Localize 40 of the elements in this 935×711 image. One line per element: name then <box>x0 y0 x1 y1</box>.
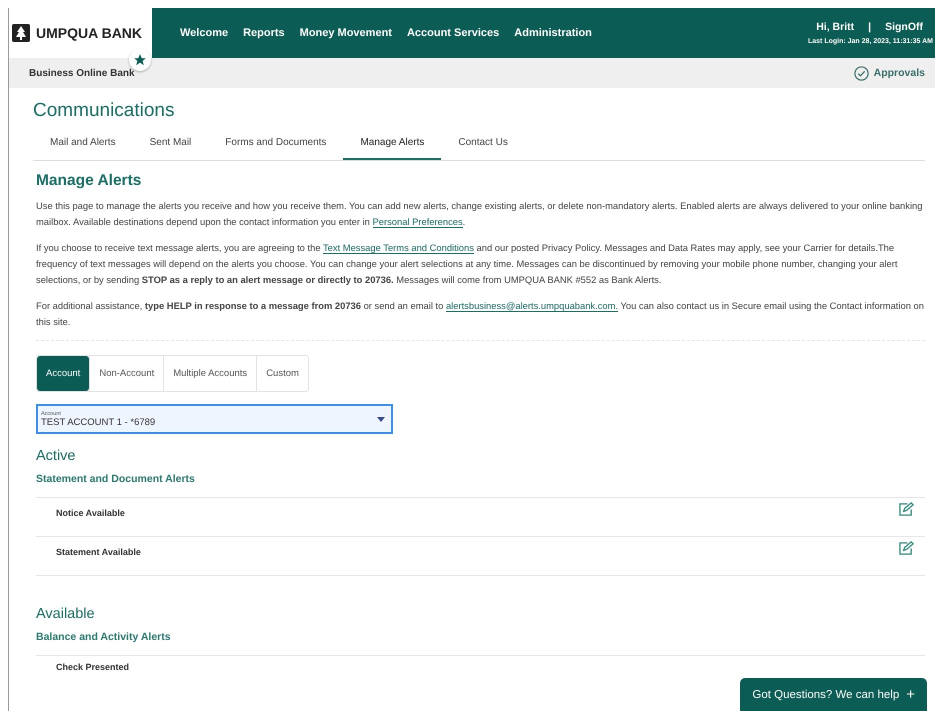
text-link[interactable]: Personal Preferences <box>372 216 463 228</box>
check-circle-icon <box>854 66 869 80</box>
alert-type-tab[interactable]: Account <box>37 356 90 391</box>
section-title: Manage Alerts <box>36 172 142 190</box>
edit-icon[interactable] <box>898 541 915 556</box>
paragraph-text: If you choose to receive text message alerts, you are agreeing to the Text Message Terms and Conditions and our posted Privacy Policy. Messages and Data Rates may apply, see your Carrier for details.The frequency of text messages will depend on the alerts you choose. You can change your alert selections at any time. Messages can be discontinued by removing your mobile phone number, changing your alert selections, or by sending STOP as a reply to an alert message or directly to 20736. Messages will come from UMPQUA BANK #552 as Bank Alerts. <box>36 241 898 287</box>
category-title: Balance and Activity Alerts <box>36 631 172 643</box>
edit-icon[interactable] <box>898 502 915 517</box>
alert-type-tab[interactable]: Custom <box>256 356 308 391</box>
alert-type-tab[interactable]: Multiple Accounts <box>163 356 256 391</box>
user-greeting: Hi, Britt <box>816 21 854 33</box>
nav-link[interactable]: Reports <box>243 27 285 39</box>
app-title: Business Online Bank <box>29 68 135 78</box>
paragraph-text: Use this page to manage the alerts you receive and how you receive them. You can add new alerts, change existing alerts, or delete non-mandatory alerts. Enabled alerts are always delivered to your online banking mailbox. Available destinations depend upon the contact information you enter in Personal Preferences. <box>36 199 924 230</box>
alert-type-tab[interactable]: Non-Account <box>89 356 164 391</box>
caret-icon <box>377 416 385 422</box>
group-title: Active <box>36 448 76 464</box>
paragraph-text: For additional assistance, type HELP in response to a message from 20736 or send an email to alertsbusiness@alerts.umpquabank.com. You can also contact us in Secure email using the Contact information on this site. <box>36 299 925 329</box>
alert-name: Statement Available <box>56 547 141 557</box>
separator: | <box>868 21 872 33</box>
page-title: Communications <box>33 100 176 122</box>
tab[interactable]: Forms and Documents <box>208 128 344 160</box>
text-link[interactable]: Text Message Terms and Conditions <box>322 242 474 254</box>
signoff-link[interactable]: SignOff <box>885 21 923 33</box>
nav-link[interactable]: Administration <box>514 27 592 39</box>
tab[interactable]: Manage Alerts <box>343 128 442 160</box>
tab[interactable]: Mail and Alerts <box>33 128 133 160</box>
help-button[interactable]: Got Questions? We can help + <box>740 678 927 711</box>
text-link[interactable]: alertsbusiness@alerts.umpquabank.com. <box>446 300 618 312</box>
category-title: Statement and Document Alerts <box>36 473 196 485</box>
tab[interactable]: Sent Mail <box>132 128 208 160</box>
tab[interactable]: Contact Us <box>441 128 525 160</box>
approvals-link[interactable]: Approvals <box>854 66 925 80</box>
group-title: Available <box>36 606 96 622</box>
nav-link[interactable]: Welcome <box>180 27 228 39</box>
alert-name: Check Presented <box>56 662 130 672</box>
alert-name: Notice Available <box>56 508 125 518</box>
bank-logo[interactable]: UMPQUA BANK <box>9 8 152 58</box>
nav-link[interactable]: Money Movement <box>300 27 392 39</box>
nav-link[interactable]: Account Services <box>406 27 500 39</box>
